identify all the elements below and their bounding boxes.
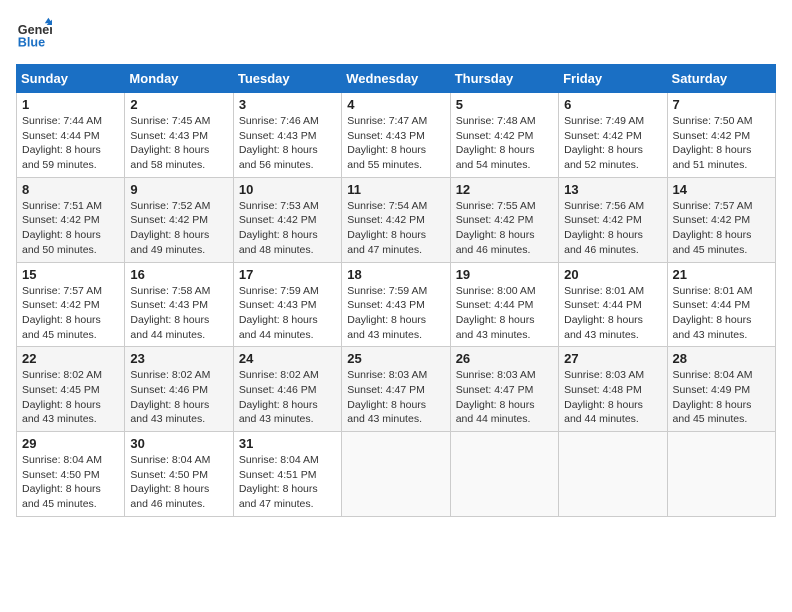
week-row: 15Sunrise: 7:57 AMSunset: 4:42 PMDayligh… [17,262,776,347]
svg-text:Blue: Blue [18,36,45,50]
calendar-cell: 29Sunrise: 8:04 AMSunset: 4:50 PMDayligh… [17,432,125,517]
col-header-thursday: Thursday [450,65,558,93]
calendar-cell: 17Sunrise: 7:59 AMSunset: 4:43 PMDayligh… [233,262,341,347]
calendar-cell: 4Sunrise: 7:47 AMSunset: 4:43 PMDaylight… [342,93,450,178]
calendar-cell: 19Sunrise: 8:00 AMSunset: 4:44 PMDayligh… [450,262,558,347]
calendar-cell: 30Sunrise: 8:04 AMSunset: 4:50 PMDayligh… [125,432,233,517]
calendar-cell: 10Sunrise: 7:53 AMSunset: 4:42 PMDayligh… [233,177,341,262]
calendar-cell: 27Sunrise: 8:03 AMSunset: 4:48 PMDayligh… [559,347,667,432]
calendar-cell [450,432,558,517]
col-header-friday: Friday [559,65,667,93]
calendar-cell: 5Sunrise: 7:48 AMSunset: 4:42 PMDaylight… [450,93,558,178]
calendar-cell: 24Sunrise: 8:02 AMSunset: 4:46 PMDayligh… [233,347,341,432]
calendar-cell [559,432,667,517]
calendar-cell: 11Sunrise: 7:54 AMSunset: 4:42 PMDayligh… [342,177,450,262]
calendar-table: SundayMondayTuesdayWednesdayThursdayFrid… [16,64,776,517]
week-row: 8Sunrise: 7:51 AMSunset: 4:42 PMDaylight… [17,177,776,262]
calendar-cell: 1Sunrise: 7:44 AMSunset: 4:44 PMDaylight… [17,93,125,178]
calendar-cell: 3Sunrise: 7:46 AMSunset: 4:43 PMDaylight… [233,93,341,178]
page-header: General Blue [16,16,776,52]
calendar-cell [667,432,775,517]
calendar-cell: 23Sunrise: 8:02 AMSunset: 4:46 PMDayligh… [125,347,233,432]
calendar-cell: 13Sunrise: 7:56 AMSunset: 4:42 PMDayligh… [559,177,667,262]
week-row: 1Sunrise: 7:44 AMSunset: 4:44 PMDaylight… [17,93,776,178]
col-header-tuesday: Tuesday [233,65,341,93]
calendar-cell: 16Sunrise: 7:58 AMSunset: 4:43 PMDayligh… [125,262,233,347]
logo-icon: General Blue [16,16,52,52]
calendar-cell: 15Sunrise: 7:57 AMSunset: 4:42 PMDayligh… [17,262,125,347]
calendar-cell: 22Sunrise: 8:02 AMSunset: 4:45 PMDayligh… [17,347,125,432]
calendar-cell: 25Sunrise: 8:03 AMSunset: 4:47 PMDayligh… [342,347,450,432]
calendar-cell: 18Sunrise: 7:59 AMSunset: 4:43 PMDayligh… [342,262,450,347]
calendar-cell: 8Sunrise: 7:51 AMSunset: 4:42 PMDaylight… [17,177,125,262]
header-row: SundayMondayTuesdayWednesdayThursdayFrid… [17,65,776,93]
calendar-cell: 12Sunrise: 7:55 AMSunset: 4:42 PMDayligh… [450,177,558,262]
calendar-cell: 20Sunrise: 8:01 AMSunset: 4:44 PMDayligh… [559,262,667,347]
col-header-sunday: Sunday [17,65,125,93]
calendar-cell: 31Sunrise: 8:04 AMSunset: 4:51 PMDayligh… [233,432,341,517]
col-header-saturday: Saturday [667,65,775,93]
calendar-cell: 6Sunrise: 7:49 AMSunset: 4:42 PMDaylight… [559,93,667,178]
calendar-cell: 2Sunrise: 7:45 AMSunset: 4:43 PMDaylight… [125,93,233,178]
calendar-cell: 26Sunrise: 8:03 AMSunset: 4:47 PMDayligh… [450,347,558,432]
logo: General Blue [16,16,52,52]
calendar-cell [342,432,450,517]
calendar-cell: 28Sunrise: 8:04 AMSunset: 4:49 PMDayligh… [667,347,775,432]
calendar-cell: 14Sunrise: 7:57 AMSunset: 4:42 PMDayligh… [667,177,775,262]
calendar-cell: 9Sunrise: 7:52 AMSunset: 4:42 PMDaylight… [125,177,233,262]
col-header-wednesday: Wednesday [342,65,450,93]
week-row: 29Sunrise: 8:04 AMSunset: 4:50 PMDayligh… [17,432,776,517]
col-header-monday: Monday [125,65,233,93]
calendar-cell: 21Sunrise: 8:01 AMSunset: 4:44 PMDayligh… [667,262,775,347]
week-row: 22Sunrise: 8:02 AMSunset: 4:45 PMDayligh… [17,347,776,432]
calendar-cell: 7Sunrise: 7:50 AMSunset: 4:42 PMDaylight… [667,93,775,178]
